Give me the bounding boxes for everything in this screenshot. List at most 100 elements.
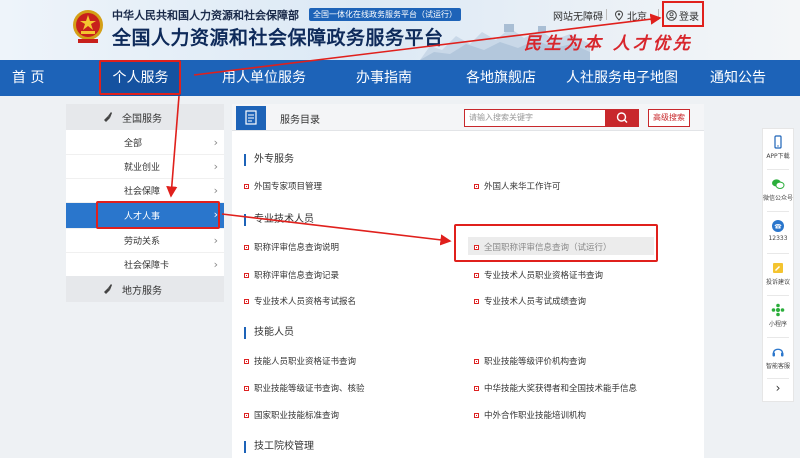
advanced-search-button[interactable]: 高级搜索 bbox=[648, 109, 690, 127]
service-link[interactable]: 职业技能等级评价机构查询 bbox=[474, 355, 586, 367]
brush-icon bbox=[104, 284, 112, 294]
bullet-icon bbox=[244, 244, 249, 250]
app-download-button[interactable]: APP下载 bbox=[763, 135, 793, 160]
accessibility-link[interactable]: 网站无障碍 bbox=[553, 8, 603, 23]
sidebar-item-labor-relations[interactable]: 劳动关系 › bbox=[66, 229, 224, 253]
link-label: 专业技术人员职业资格证书查询 bbox=[484, 271, 604, 281]
complaint-button[interactable]: 投诉建议 bbox=[763, 261, 793, 286]
service-link[interactable]: 外国人来华工作许可 bbox=[474, 180, 561, 192]
page-title: 全国人力资源和社会保障政务服务平台 bbox=[112, 27, 444, 49]
sidebar-item-employment[interactable]: 就业创业 › bbox=[66, 155, 224, 179]
wechat-icon bbox=[772, 179, 785, 190]
bullet-icon bbox=[474, 272, 479, 278]
bullet-icon bbox=[244, 183, 249, 189]
smart-service-button[interactable]: 智能客服 bbox=[763, 345, 793, 370]
nav-service-map[interactable]: 人社服务电子地图 bbox=[566, 60, 678, 96]
toolbar-label: 12333 bbox=[768, 235, 788, 242]
hotline-button[interactable]: ☎ 12333 bbox=[763, 219, 793, 242]
sidebar-item-label: 劳动关系 bbox=[124, 237, 161, 247]
nav-announcements[interactable]: 通知公告 bbox=[710, 60, 766, 96]
sidebar-item-social-security-card[interactable]: 社会保障卡 › bbox=[66, 253, 224, 277]
divider bbox=[767, 253, 789, 254]
divider bbox=[767, 337, 789, 338]
section-title-foreign-experts: 外专服务 bbox=[244, 154, 294, 166]
section-title-technical-schools: 技工院校管理 bbox=[244, 441, 314, 453]
link-label: 国家职业技能标准查询 bbox=[254, 411, 340, 421]
section-title-skilled-workers: 技能人员 bbox=[244, 327, 294, 339]
brush-icon bbox=[104, 112, 112, 122]
divider bbox=[606, 9, 607, 20]
directory-header: 服务目录 请输入搜索关键字 高级搜索 bbox=[232, 104, 704, 131]
chevron-right-icon: › bbox=[213, 258, 218, 271]
location-pin-icon bbox=[614, 10, 624, 21]
sidebar-highlight-box bbox=[96, 201, 220, 229]
bullet-icon bbox=[244, 272, 249, 278]
nav-home[interactable]: 首 页 bbox=[12, 60, 44, 96]
edit-note-icon bbox=[773, 263, 783, 273]
directory-icon bbox=[236, 106, 266, 130]
chevron-right-icon: › bbox=[213, 184, 218, 197]
sidebar-item-all[interactable]: 全部 › bbox=[66, 131, 224, 155]
bullet-icon bbox=[244, 298, 249, 304]
service-link[interactable]: 职业技能等级证书查询、核验 bbox=[244, 382, 365, 394]
local-services-header[interactable]: 地方服务 bbox=[66, 276, 224, 302]
link-label: 职业技能等级评价机构查询 bbox=[484, 357, 587, 367]
directory-title: 服务目录 bbox=[280, 115, 320, 126]
result-highlight-box bbox=[454, 224, 658, 262]
service-link[interactable]: 专业技术人员职业资格证书查询 bbox=[474, 269, 603, 281]
nav-employer-services[interactable]: 用人单位服务 bbox=[222, 60, 306, 96]
bullet-icon bbox=[474, 183, 479, 189]
floating-toolbar: APP下载 微信公众号 ☎ 12333 投诉建议 小程序 智能客服 › bbox=[762, 128, 794, 402]
service-link[interactable]: 职称评审信息查询说明 bbox=[244, 241, 339, 253]
location-label: 北京 bbox=[627, 12, 647, 23]
service-link[interactable]: 外国专家项目管理 bbox=[244, 180, 322, 192]
bullet-icon bbox=[244, 385, 249, 391]
link-label: 专业技术人员考试成绩查询 bbox=[484, 297, 587, 307]
chevron-down-icon: ⌄ bbox=[650, 11, 657, 20]
link-label: 职称评审信息查询记录 bbox=[254, 271, 340, 281]
platform-badge: 全国一体化在线政务服务平台（试运行） bbox=[309, 8, 461, 21]
search-icon bbox=[616, 112, 628, 123]
bullet-icon bbox=[474, 358, 479, 364]
headset-icon bbox=[772, 348, 784, 357]
service-link[interactable]: 专业技术人员资格考试报名 bbox=[244, 295, 356, 307]
search-input[interactable]: 请输入搜索关键字 bbox=[464, 109, 606, 127]
search-button[interactable] bbox=[606, 109, 639, 127]
service-link[interactable]: 专业技术人员考试成绩查询 bbox=[474, 295, 586, 307]
ministry-name: 中华人民共和国人力资源和社会保障部 bbox=[112, 9, 299, 22]
sidebar-item-label: 社会保障 bbox=[124, 187, 161, 197]
link-label: 外国专家项目管理 bbox=[254, 182, 323, 192]
mini-program-icon bbox=[771, 303, 785, 317]
national-services-title: 全国服务 bbox=[122, 113, 162, 125]
toolbar-label: 智能客服 bbox=[765, 363, 790, 370]
service-link[interactable]: 中外合作职业技能培训机构 bbox=[474, 409, 586, 421]
link-label: 技能人员职业资格证书查询 bbox=[254, 357, 357, 367]
service-link[interactable]: 国家职业技能标准查询 bbox=[244, 409, 339, 421]
divider bbox=[658, 9, 659, 20]
national-services-header[interactable]: 全国服务 bbox=[66, 104, 224, 130]
divider bbox=[767, 169, 789, 170]
bullet-icon bbox=[244, 412, 249, 418]
service-link[interactable]: 职称评审信息查询记录 bbox=[244, 269, 339, 281]
service-link[interactable]: 中华技能大奖获得者和全国技术能手信息 bbox=[474, 382, 637, 394]
wechat-account-button[interactable]: 微信公众号 bbox=[763, 177, 793, 202]
hotline-icon: ☎ bbox=[772, 220, 784, 232]
local-services-title: 地方服务 bbox=[122, 285, 162, 297]
location-selector[interactable]: 北京 ⌄ bbox=[614, 8, 657, 23]
mini-program-button[interactable]: 小程序 bbox=[763, 303, 793, 328]
national-emblem-icon bbox=[73, 10, 103, 43]
nav-service-guide[interactable]: 办事指南 bbox=[356, 60, 412, 96]
chevron-right-icon[interactable]: › bbox=[763, 381, 793, 395]
sidebar-item-social-security[interactable]: 社会保障 › bbox=[66, 179, 224, 203]
mobile-phone-icon bbox=[774, 135, 782, 149]
login-highlight-box bbox=[662, 1, 704, 27]
nav-local-flagship-stores[interactable]: 各地旗舰店 bbox=[466, 60, 536, 96]
chevron-right-icon: › bbox=[213, 234, 218, 247]
service-directory-panel: 服务目录 请输入搜索关键字 高级搜索 外专服务 外国专家项目管理 外国人来华工作… bbox=[232, 104, 704, 458]
slogan: 民生为本 人才优先 bbox=[524, 34, 693, 54]
bullet-icon bbox=[474, 412, 479, 418]
nav-highlight-box bbox=[99, 60, 181, 95]
service-link[interactable]: 技能人员职业资格证书查询 bbox=[244, 355, 356, 367]
bullet-icon bbox=[474, 298, 479, 304]
link-label: 专业技术人员资格考试报名 bbox=[254, 297, 357, 307]
